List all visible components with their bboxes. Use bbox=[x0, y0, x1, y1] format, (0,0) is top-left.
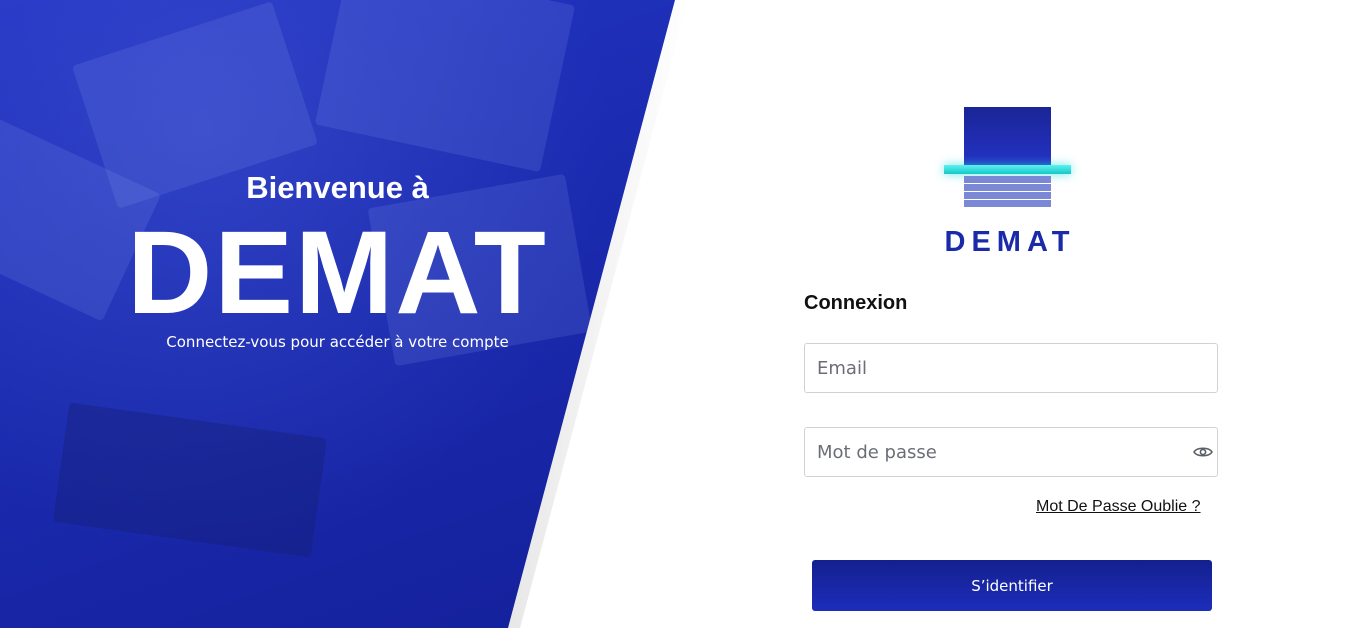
background-paper bbox=[314, 0, 576, 173]
hero-subtitle: Connectez-vous pour accéder à votre comp… bbox=[166, 333, 509, 351]
logo-line bbox=[964, 200, 1051, 207]
brand-name: DEMAT bbox=[944, 226, 1076, 258]
logo-scan-bar bbox=[944, 165, 1071, 174]
login-heading: Connexion bbox=[804, 292, 908, 314]
login-button[interactable]: S’identifier bbox=[812, 560, 1212, 611]
forgot-password-link[interactable]: Mot De Passe Oublie ? bbox=[1036, 498, 1201, 516]
hero-panel: Bienvenue à DEMAT Connectez-vous pour ac… bbox=[0, 0, 675, 628]
eye-icon-graphic bbox=[1193, 447, 1213, 457]
hero-title: DEMAT bbox=[127, 207, 548, 339]
email-field[interactable] bbox=[804, 343, 1218, 393]
logo-icon bbox=[944, 107, 1072, 209]
logo-line bbox=[964, 192, 1051, 199]
password-field[interactable] bbox=[804, 427, 1218, 477]
welcome-text: Bienvenue à bbox=[246, 170, 429, 205]
background-paper bbox=[52, 402, 328, 558]
logo-line bbox=[964, 176, 1051, 183]
logo-block bbox=[964, 107, 1051, 165]
logo-line bbox=[964, 184, 1051, 191]
eye-icon[interactable] bbox=[1192, 444, 1214, 460]
